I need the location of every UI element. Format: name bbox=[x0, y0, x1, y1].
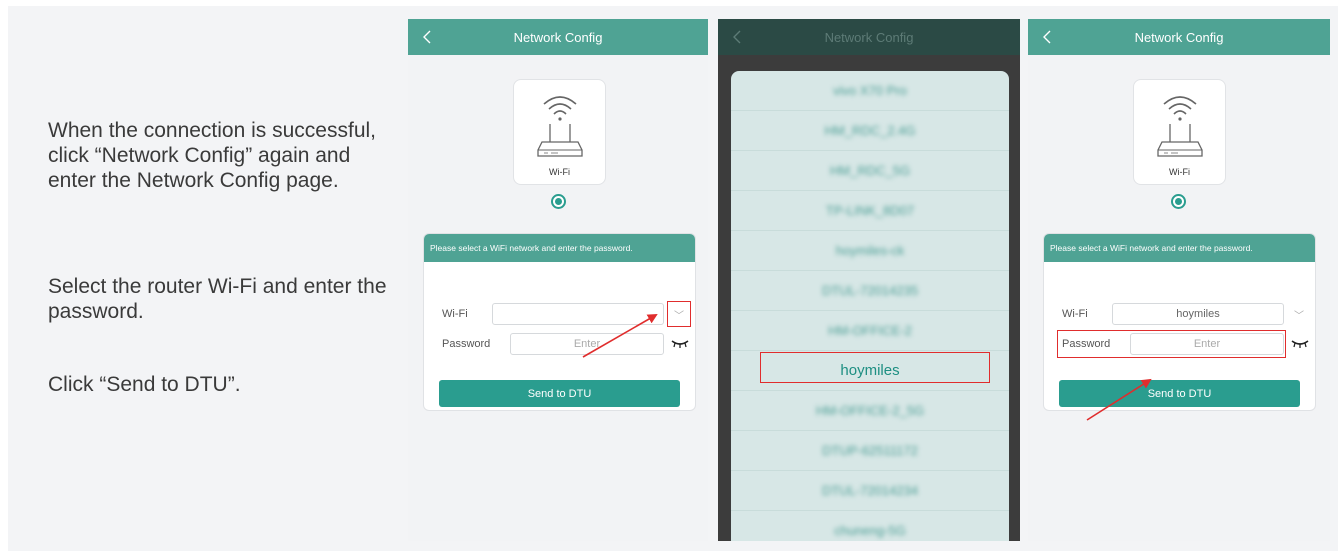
network-item[interactable]: HM-OFFICE-2_5G bbox=[731, 391, 1009, 431]
wifi-card-label: Wi-Fi bbox=[549, 167, 570, 177]
network-item[interactable]: vivo X70 Pro bbox=[731, 71, 1009, 111]
wifi-label: Wi-Fi bbox=[442, 308, 468, 320]
password-label: Password bbox=[442, 338, 491, 350]
page-title: Network Config bbox=[513, 29, 603, 45]
network-name: HM-OFFICE-2_5G bbox=[815, 403, 925, 418]
network-item[interactable]: DTUL-72014234 bbox=[731, 471, 1009, 511]
network-item[interactable]: HM-OFFICE-2 bbox=[731, 311, 1009, 351]
network-item[interactable]: HM_RDC_2.4G bbox=[731, 111, 1009, 151]
network-name: chuneng-5G bbox=[834, 523, 906, 538]
page-title: Network Config bbox=[1134, 29, 1224, 45]
wifi-radio-selected[interactable] bbox=[551, 194, 566, 209]
password-field[interactable]: Enter bbox=[510, 333, 664, 355]
app-bar: Network Config bbox=[408, 19, 708, 55]
wifi-radio-selected[interactable] bbox=[1171, 194, 1186, 209]
send-to-dtu-button[interactable]: Send to DTU bbox=[439, 380, 680, 407]
eye-closed-icon[interactable] bbox=[671, 339, 689, 349]
network-item[interactable]: HM_RDC_5G bbox=[731, 151, 1009, 191]
form-hint: Please select a WiFi network and enter t… bbox=[424, 234, 695, 262]
phone-screen-2: Network Config vivo X70 Pro HM_RDC_2.4G … bbox=[718, 19, 1020, 541]
network-item[interactable]: hoymiles-ck bbox=[731, 231, 1009, 271]
eye-closed-icon[interactable] bbox=[1291, 339, 1309, 349]
network-item[interactable]: DTUP-62511172 bbox=[731, 431, 1009, 471]
app-bar: Network Config bbox=[718, 19, 1020, 55]
wifi-mode-card[interactable]: Wi-Fi bbox=[513, 79, 606, 185]
highlight-box bbox=[1057, 330, 1286, 358]
wifi-label: Wi-Fi bbox=[1062, 308, 1088, 320]
form-hint: Please select a WiFi network and enter t… bbox=[1044, 234, 1315, 262]
phone-screen-3: Network Config Wi-Fi Please select a WiF… bbox=[1028, 19, 1330, 541]
wifi-select-field[interactable]: hoymiles bbox=[1112, 303, 1284, 325]
instruction-step-3: Click “Send to DTU”. bbox=[48, 373, 241, 396]
back-arrow-icon[interactable] bbox=[1038, 27, 1058, 47]
phone-screen-1: Network Config Wi-Fi Please select a WiF… bbox=[408, 19, 708, 541]
chevron-down-icon[interactable]: ﹀ bbox=[1288, 303, 1310, 325]
page-title: Network Config bbox=[824, 29, 914, 45]
network-name: HM_RDC_2.4G bbox=[824, 123, 916, 138]
instruction-step-2: Select the router Wi-Fi and enter the pa… bbox=[48, 275, 387, 323]
back-arrow-icon[interactable] bbox=[728, 27, 748, 47]
send-to-dtu-button[interactable]: Send to DTU bbox=[1059, 380, 1300, 407]
instruction-step-1: When the connection is successful, click… bbox=[48, 119, 377, 192]
router-icon bbox=[537, 96, 583, 157]
wifi-card-label: Wi-Fi bbox=[1169, 167, 1190, 177]
network-name: TP-LINK_8D07 bbox=[825, 203, 915, 218]
highlight-box bbox=[760, 352, 990, 383]
network-name: DTUL-72014235 bbox=[821, 283, 919, 298]
network-name: HM-OFFICE-2 bbox=[828, 323, 912, 338]
network-form: Please select a WiFi network and enter t… bbox=[423, 233, 696, 411]
wifi-network-list: vivo X70 Pro HM_RDC_2.4G HM_RDC_5G TP-LI… bbox=[731, 71, 1009, 541]
network-name: HM_RDC_5G bbox=[829, 163, 911, 178]
network-name: DTUL-72014234 bbox=[821, 483, 919, 498]
router-icon bbox=[1157, 96, 1203, 157]
network-name: DTUP-62511172 bbox=[822, 443, 918, 458]
network-form: Please select a WiFi network and enter t… bbox=[1043, 233, 1316, 411]
wifi-mode-card[interactable]: Wi-Fi bbox=[1133, 79, 1226, 185]
network-item[interactable]: DTUL-72014235 bbox=[731, 271, 1009, 311]
network-item[interactable]: chuneng-5G bbox=[731, 511, 1009, 541]
back-arrow-icon[interactable] bbox=[418, 27, 438, 47]
wifi-select-field[interactable] bbox=[492, 303, 664, 325]
network-name: vivo X70 Pro bbox=[833, 83, 907, 98]
highlight-box bbox=[667, 301, 691, 327]
network-item[interactable]: TP-LINK_8D07 bbox=[731, 191, 1009, 231]
app-bar: Network Config bbox=[1028, 19, 1330, 55]
network-name: hoymiles-ck bbox=[835, 243, 905, 258]
